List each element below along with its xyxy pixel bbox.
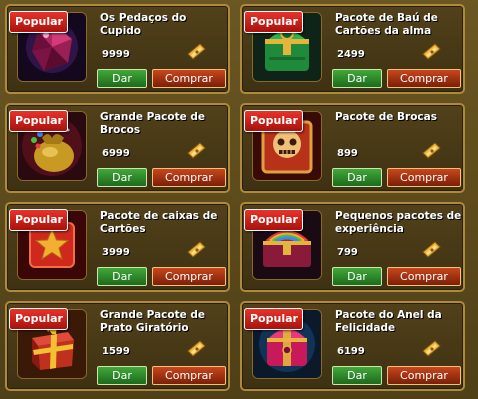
item-name: Os Pedaços do Cupido: [100, 12, 187, 37]
buy-button[interactable]: Comprar: [152, 366, 226, 385]
ticket-icon: [420, 339, 442, 357]
buy-button[interactable]: Comprar: [387, 366, 461, 385]
buy-button[interactable]: Comprar: [387, 168, 461, 187]
shop-item-card: Popular Grande Pacote de Prato Giratório…: [5, 301, 230, 391]
shop-item-card: Popular Grande Pacote de Brocos 6999 Dar…: [5, 103, 230, 193]
item-price: 1599: [102, 346, 130, 357]
popular-badge: Popular: [244, 110, 303, 132]
buy-button[interactable]: Comprar: [152, 69, 226, 88]
popular-badge: Popular: [244, 209, 303, 231]
buy-button[interactable]: Comprar: [387, 69, 461, 88]
give-button[interactable]: Dar: [97, 168, 147, 187]
ticket-icon: [420, 240, 442, 258]
item-name: Pacote de Brocas: [335, 111, 437, 123]
shop-grid: Popular Os Pedaços do Cupido 9999 Dar Co…: [0, 0, 478, 399]
give-button[interactable]: Dar: [97, 366, 147, 385]
give-button[interactable]: Dar: [332, 168, 382, 187]
buy-button[interactable]: Comprar: [387, 267, 461, 286]
ticket-icon: [420, 42, 442, 60]
shop-item-card: Popular Pacote de Brocas 899 Dar Comprar: [240, 103, 465, 193]
item-price: 9999: [102, 49, 130, 60]
give-button[interactable]: Dar: [97, 267, 147, 286]
shop-item-card: Popular Pacote do Anel da Felicidade 619…: [240, 301, 465, 391]
item-name: Pacote de caixas de Cartões: [100, 210, 218, 235]
item-name: Pacote de Baú de Cartões da alma: [335, 12, 438, 37]
item-name: Grande Pacote de Brocos: [100, 111, 206, 136]
shop-item-card: Popular Pequenos pacotes de experiência …: [240, 202, 465, 292]
popular-badge: Popular: [244, 308, 303, 330]
popular-badge: Popular: [244, 11, 303, 33]
popular-badge: Popular: [9, 11, 68, 33]
buy-button[interactable]: Comprar: [152, 168, 226, 187]
give-button[interactable]: Dar: [332, 267, 382, 286]
shop-item-card: Popular Pacote de caixas de Cartões 3999…: [5, 202, 230, 292]
ticket-icon: [185, 339, 207, 357]
item-name: Grande Pacote de Prato Giratório: [100, 309, 206, 334]
item-price: 899: [337, 148, 358, 159]
item-price: 799: [337, 247, 358, 258]
give-button[interactable]: Dar: [332, 366, 382, 385]
give-button[interactable]: Dar: [332, 69, 382, 88]
ticket-icon: [420, 141, 442, 159]
item-price: 2499: [337, 49, 365, 60]
item-name: Pacote do Anel da Felicidade: [335, 309, 442, 334]
give-button[interactable]: Dar: [97, 69, 147, 88]
shop-item-card: Popular Pacote de Baú de Cartões da alma…: [240, 4, 465, 94]
item-price: 3999: [102, 247, 130, 258]
buy-button[interactable]: Comprar: [152, 267, 226, 286]
popular-badge: Popular: [9, 110, 68, 132]
ticket-icon: [185, 42, 207, 60]
popular-badge: Popular: [9, 308, 68, 330]
popular-badge: Popular: [9, 209, 68, 231]
shop-item-card: Popular Os Pedaços do Cupido 9999 Dar Co…: [5, 4, 230, 94]
ticket-icon: [185, 141, 207, 159]
item-price: 6999: [102, 148, 130, 159]
item-price: 6199: [337, 346, 365, 357]
item-name: Pequenos pacotes de experiência: [335, 210, 462, 235]
ticket-icon: [185, 240, 207, 258]
